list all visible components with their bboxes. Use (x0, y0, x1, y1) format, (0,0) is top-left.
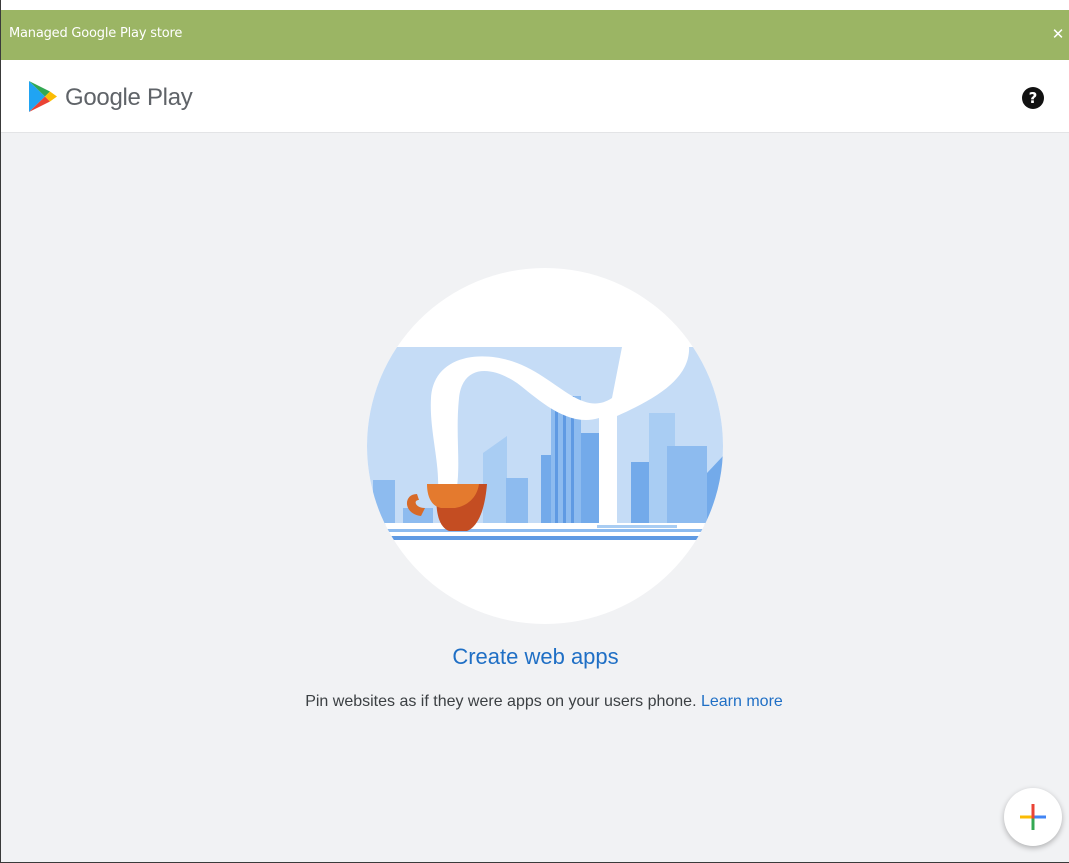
learn-more-link[interactable]: Learn more (701, 693, 783, 710)
top-gap (1, 0, 1069, 10)
web-apps-illustration (367, 268, 723, 624)
play-header: Google Play ? (1, 60, 1069, 133)
empty-state-title: Create web apps (452, 644, 619, 669)
brand-name: Google Play (65, 84, 193, 111)
add-icon (1020, 804, 1046, 830)
help-icon[interactable]: ? (1022, 87, 1044, 109)
close-icon[interactable]: ✕ (1049, 24, 1067, 44)
managed-play-window: Managed Google Play store ✕ Google Play … (0, 0, 1069, 863)
window-title: Managed Google Play store (9, 26, 183, 41)
add-web-app-button[interactable] (1004, 788, 1062, 846)
google-play-logo-icon (29, 81, 57, 112)
title-bar: Managed Google Play store ✕ (1, 10, 1069, 60)
description-text: Pin websites as if they were apps on you… (305, 693, 697, 710)
empty-state-description: Pin websites as if they were apps on you… (1, 693, 1069, 711)
